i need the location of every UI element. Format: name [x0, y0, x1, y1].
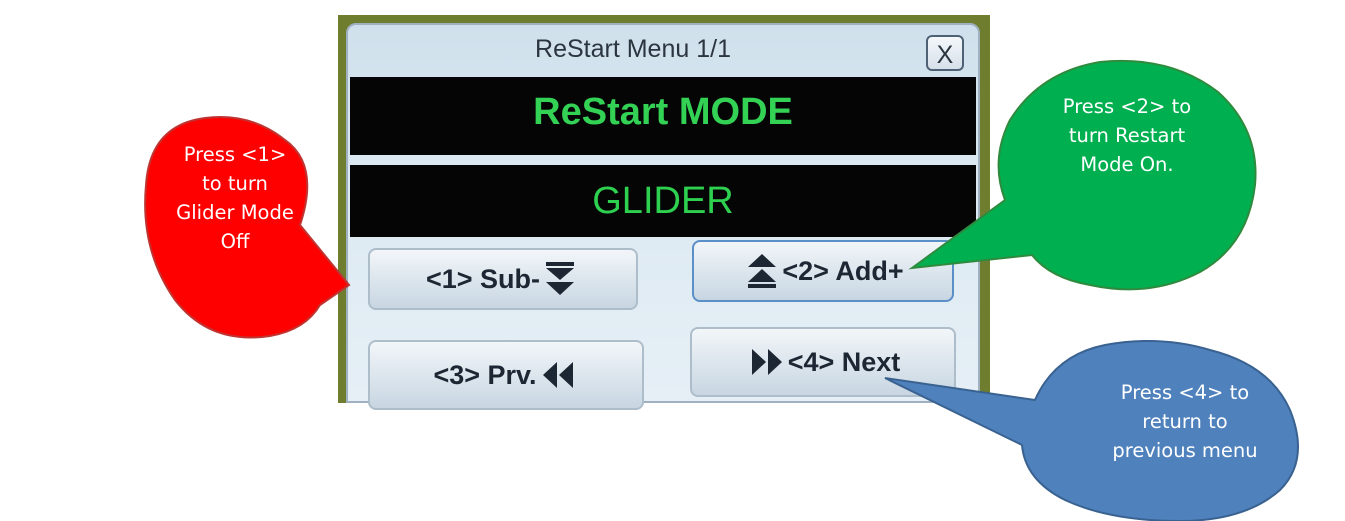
blue-callout-line: Press <4> to — [1120, 381, 1250, 404]
blue-callout-line: return to — [1142, 410, 1228, 433]
blue-callout-line: previous menu — [1112, 439, 1258, 462]
blue-callout-text: Press <4> to return to previous menu — [1090, 378, 1280, 465]
blue-callout: Press <4> to return to previous menu — [0, 0, 1345, 521]
